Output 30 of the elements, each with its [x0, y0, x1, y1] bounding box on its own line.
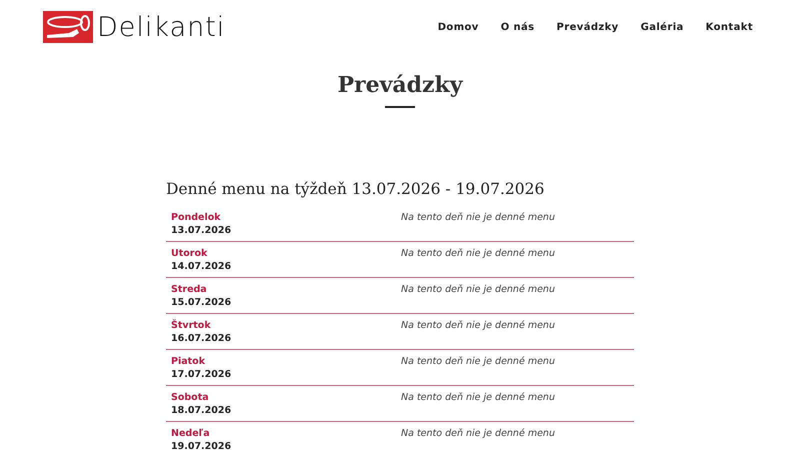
- nav-link[interactable]: O nás: [500, 22, 535, 32]
- day-date: 19.07.2026: [171, 440, 232, 450]
- nav-link[interactable]: Domov: [438, 22, 479, 32]
- day-name: Štvrtok: [171, 319, 212, 332]
- nav-link[interactable]: Galéria: [640, 22, 684, 32]
- day-date: 13.07.2026: [171, 224, 232, 237]
- logo-icon: [43, 11, 93, 43]
- day-name: Utorok: [171, 247, 208, 260]
- day-date: 17.07.2026: [171, 368, 232, 381]
- day-date: 16.07.2026: [171, 332, 232, 345]
- section-heading: Denné menu na týždeň 13.07.2026 - 19.07.2026: [166, 180, 546, 198]
- day-name: Streda: [171, 283, 208, 296]
- menu-note: Na tento deň nie je denné menu: [401, 319, 556, 333]
- day-name: Piatok: [171, 355, 206, 368]
- day-name: Sobota: [171, 391, 210, 404]
- menu-note: Na tento deň nie je denné menu: [401, 391, 556, 405]
- day-date: 18.07.2026: [171, 404, 232, 417]
- nav-link[interactable]: Prevádzky: [556, 22, 619, 32]
- menu-note: Na tento deň nie je denné menu: [401, 427, 556, 441]
- day-name: Nedeľa: [171, 427, 211, 440]
- menu-note: Na tento deň nie je denné menu: [401, 283, 556, 297]
- menu-note: Na tento deň nie je denné menu: [401, 211, 556, 225]
- day-date: 15.07.2026: [171, 296, 232, 309]
- menu-note: Na tento deň nie je denné menu: [401, 247, 556, 261]
- day-name: Pondelok: [171, 211, 222, 224]
- page-title: Prevádzky: [336, 72, 464, 98]
- day-date: 14.07.2026: [171, 260, 232, 273]
- nav-link[interactable]: Kontakt: [706, 22, 753, 32]
- menu-note: Na tento deň nie je denné menu: [401, 355, 556, 369]
- logo-text[interactable]: Delikanti: [97, 12, 226, 42]
